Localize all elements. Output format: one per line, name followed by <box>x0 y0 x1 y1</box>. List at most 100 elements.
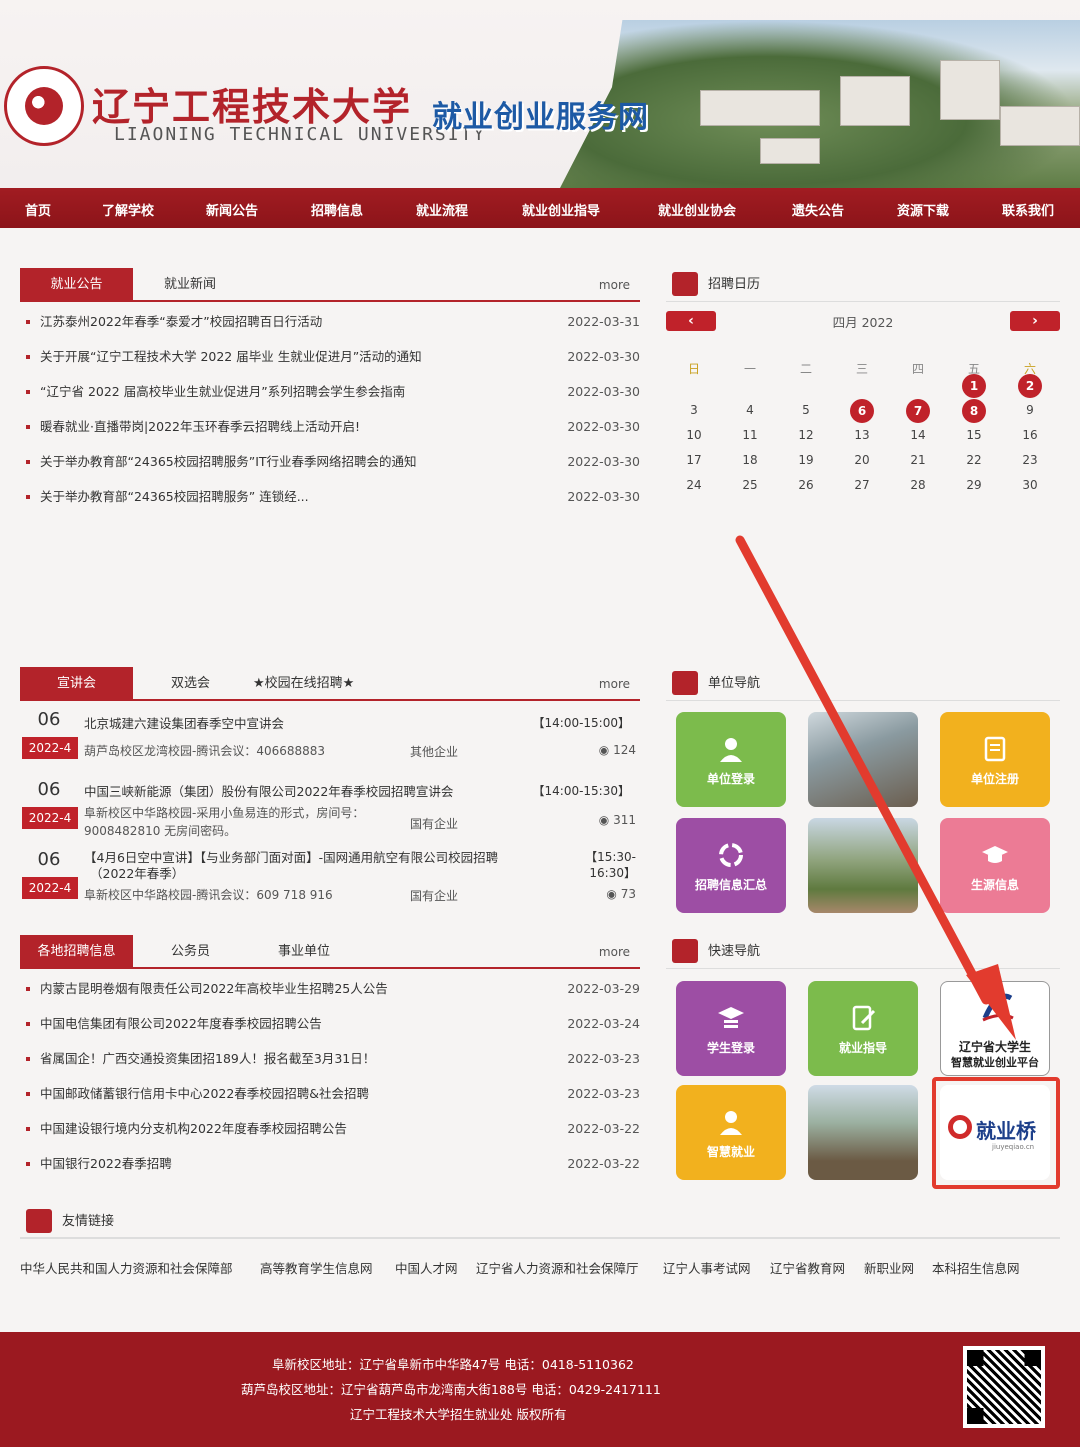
friend-link[interactable]: 中国人才网 <box>395 1258 458 1277</box>
calendar-day[interactable]: 18 <box>730 453 770 467</box>
calendar-weekday: 四 <box>911 362 924 376</box>
recruit-more-link[interactable]: more <box>599 935 630 969</box>
list-item[interactable]: 暖春就业·直播带岗|2022年玉环春季云招聘线上活动开启! 2022-03-30 <box>20 409 640 444</box>
list-item[interactable]: 关于举办教育部“24365校园招聘服务” 连锁经... 2022-03-30 <box>20 479 640 514</box>
calendar-day[interactable]: 12 <box>786 428 826 442</box>
calendar-weekday: 一 <box>743 362 756 376</box>
nav-association[interactable]: 就业创业协会 <box>658 200 736 219</box>
friend-link[interactable]: 中华人民共和国人力资源和社会保障部 <box>20 1258 233 1277</box>
calendar-day[interactable]: 21 <box>898 453 938 467</box>
tab-seminar[interactable]: 宣讲会 <box>20 667 133 701</box>
university-seal-logo[interactable] <box>4 66 84 146</box>
site-footer: 阜新校区地址：辽宁省阜新市中华路47号 电话：0418-5110362 葫芦岛校… <box>0 1332 1080 1447</box>
nav-home[interactable]: 首页 <box>25 200 51 219</box>
nav-process[interactable]: 就业流程 <box>416 200 468 219</box>
calendar-day[interactable]: 28 <box>898 478 938 492</box>
calendar-day[interactable]: 13 <box>842 428 882 442</box>
friend-link[interactable]: 辽宁人事考试网 <box>663 1258 751 1277</box>
friend-link[interactable]: 辽宁省人力资源和社会保障厅 <box>476 1258 639 1277</box>
list-item[interactable]: 关于开展“辽宁工程技术大学 2022 届毕业 生就业促进月”活动的通知 2022-… <box>20 339 640 374</box>
calendar-day-highlighted[interactable]: 7 <box>906 399 930 423</box>
calendar-day-highlighted[interactable]: 1 <box>962 374 986 398</box>
pavilion-photo-tile[interactable] <box>808 1085 918 1180</box>
nav-downloads[interactable]: 资源下载 <box>897 200 949 219</box>
calendar-day[interactable]: 10 <box>674 428 714 442</box>
tab-job-fair[interactable]: 双选会 <box>171 667 210 701</box>
qr-code-icon[interactable] <box>963 1346 1045 1428</box>
tab-local-recruit[interactable]: 各地招聘信息 <box>20 935 133 969</box>
calendar-next-button[interactable]: › <box>1010 311 1060 331</box>
site-title: 就业创业服务网 <box>432 100 649 135</box>
calendar-day[interactable]: 4 <box>730 403 770 417</box>
list-item[interactable]: 中国邮政储蓄银行信用卡中心2022春季校园招聘&社会招聘 2022-03-23 <box>20 1076 640 1111</box>
calendar-day-highlighted[interactable]: 8 <box>962 399 986 423</box>
calendar-icon <box>672 272 698 296</box>
calendar-day[interactable]: 14 <box>898 428 938 442</box>
calendar-day[interactable]: 22 <box>954 453 994 467</box>
recruit-panel: 各地招聘信息 公务员 事业单位 more 内蒙古昆明卷烟有限责任公司2022年高… <box>20 935 640 1185</box>
calendar-month: 四月 2022 <box>832 315 894 330</box>
calendar-day[interactable]: 15 <box>954 428 994 442</box>
calendar-day[interactable]: 27 <box>842 478 882 492</box>
link-icon <box>26 1209 52 1233</box>
friend-links-title: 友情链接 <box>62 1214 115 1229</box>
friend-link[interactable]: 本科招生信息网 <box>932 1258 1020 1277</box>
calendar-day[interactable]: 16 <box>1010 428 1050 442</box>
nav-contact[interactable]: 联系我们 <box>1002 200 1054 219</box>
smart-employment-tile[interactable]: 智慧就业 <box>676 1085 786 1180</box>
jiuyeqiao-logo-icon <box>948 1115 972 1139</box>
person-icon <box>720 1111 742 1135</box>
calendar-day[interactable]: 20 <box>842 453 882 467</box>
list-item[interactable]: 关于举办教育部“24365校园招聘服务”IT行业春季网络招聘会的通知 2022-0… <box>20 444 640 479</box>
books-icon <box>672 671 698 695</box>
list-item[interactable]: 江苏泰州2022年春季“泰爱才”校园招聘百日行活动 2022-03-31 <box>20 304 640 339</box>
calendar-prev-button[interactable]: ‹ <box>666 311 716 331</box>
seminar-row[interactable]: 06 2022-4 【4月6日空中宣讲】【与业务部门面对面】-国网通用航空有限公司… <box>20 849 640 915</box>
friend-link[interactable]: 新职业网 <box>864 1258 914 1277</box>
tab-employment-notice[interactable]: 就业公告 <box>20 268 133 302</box>
jiuyeqiao-tile[interactable]: 就业桥 jiuyeqiao.cn <box>940 1085 1050 1180</box>
calendar-weekday: 二 <box>799 362 812 376</box>
tab-public-institution[interactable]: 事业单位 <box>278 935 330 969</box>
nav-guidance[interactable]: 就业创业指导 <box>522 200 600 219</box>
calendar-day-highlighted[interactable]: 2 <box>1018 374 1042 398</box>
nav-about[interactable]: 了解学校 <box>102 200 154 219</box>
list-item[interactable]: 内蒙古昆明卷烟有限责任公司2022年高校毕业生招聘25人公告 2022-03-29 <box>20 971 640 1006</box>
calendar-day[interactable]: 26 <box>786 478 826 492</box>
main-nav: 首页 了解学校 新闻公告 招聘信息 就业流程 就业创业指导 就业创业协会 遗失公… <box>0 188 1080 228</box>
nav-news[interactable]: 新闻公告 <box>206 200 258 219</box>
university-name-en: LIAONING TECHNICAL UNIVERSITY <box>114 124 487 145</box>
list-item[interactable]: 省属国企！广西交通投资集团招189人！报名截至3月31日！ 2022-03-23 <box>20 1041 640 1076</box>
list-item[interactable]: 中国银行2022春季招聘 2022-03-22 <box>20 1146 640 1181</box>
tab-civil-servant[interactable]: 公务员 <box>171 935 210 969</box>
calendar-day[interactable]: 11 <box>730 428 770 442</box>
friend-link[interactable]: 辽宁省教育网 <box>770 1258 845 1277</box>
calendar-day[interactable]: 9 <box>1010 403 1050 417</box>
seminar-row[interactable]: 06 2022-4 北京城建六建设集团春季空中宣讲会 【14:00-15:00】 … <box>20 709 640 775</box>
calendar-day[interactable]: 29 <box>954 478 994 492</box>
calendar-day[interactable]: 3 <box>674 403 714 417</box>
calendar-day[interactable]: 17 <box>674 453 714 467</box>
friend-link[interactable]: 高等教育学生信息网 <box>260 1258 373 1277</box>
calendar-day[interactable]: 23 <box>1010 453 1050 467</box>
university-name: 辽宁工程技术大学 <box>92 84 413 129</box>
calendar-day[interactable]: 25 <box>730 478 770 492</box>
calendar-day-highlighted[interactable]: 6 <box>850 399 874 423</box>
tab-employment-news[interactable]: 就业新闻 <box>164 268 216 302</box>
calendar-title: 招聘日历 <box>708 277 761 292</box>
list-item[interactable]: 中国建设银行境内分支机构2022年度春季校园招聘公告 2022-03-22 <box>20 1111 640 1146</box>
notice-more-link[interactable]: more <box>599 268 630 302</box>
seminar-more-link[interactable]: more <box>599 667 630 701</box>
nav-jobs[interactable]: 招聘信息 <box>311 200 363 219</box>
calendar-day[interactable]: 24 <box>674 478 714 492</box>
list-item[interactable]: 中国电信集团有限公司2022年度春季校园招聘公告 2022-03-24 <box>20 1006 640 1041</box>
tab-online-recruit[interactable]: ★校园在线招聘★ <box>253 667 354 701</box>
calendar-day[interactable]: 19 <box>786 453 826 467</box>
nav-lost-notice[interactable]: 遗失公告 <box>792 200 844 219</box>
calendar-day[interactable]: 5 <box>786 403 826 417</box>
seminar-row[interactable]: 06 2022-4 中国三峡新能源（集团）股份有限公司2022年春季校园招聘宣讲会… <box>20 779 640 845</box>
list-item[interactable]: “辽宁省 2022 届高校毕业生就业促进月”系列招聘会学生参会指南 2022-03… <box>20 374 640 409</box>
site-header: 辽宁工程技术大学 LIAONING TECHNICAL UNIVERSITY 就… <box>0 0 1080 188</box>
calendar-day[interactable]: 30 <box>1010 478 1050 492</box>
recruitment-calendar: 招聘日历 ‹ 四月 2022 › 日一二三四五六 1 2 3 4 5 6 7 8 9 10 11 12 1… <box>666 268 1060 508</box>
